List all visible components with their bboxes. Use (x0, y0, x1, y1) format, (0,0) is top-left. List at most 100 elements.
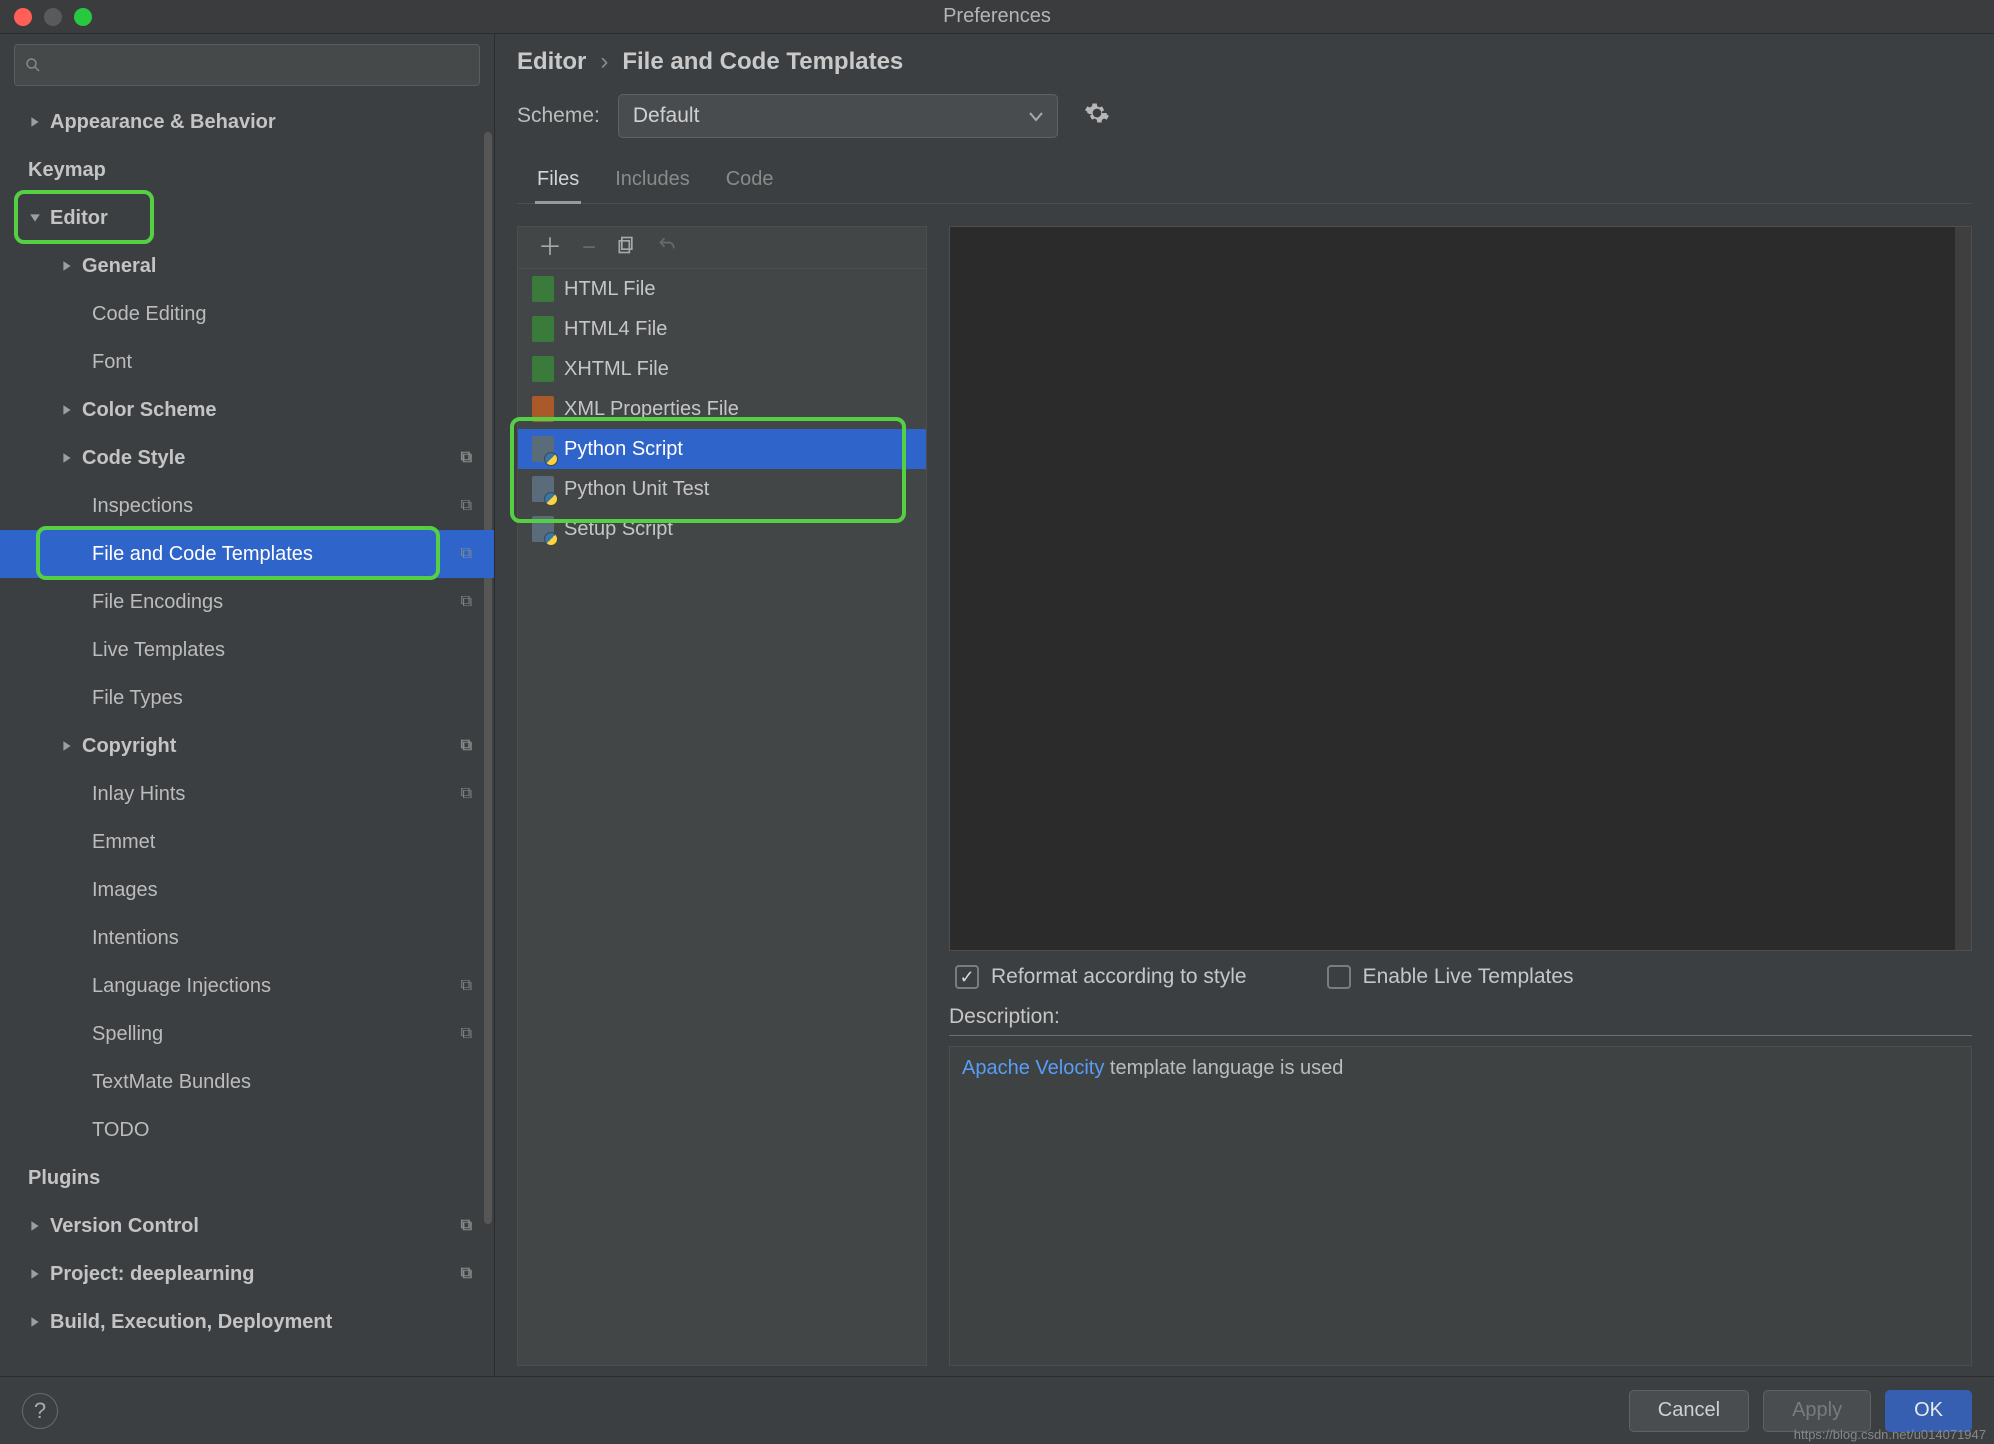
scheme-row: Scheme: Default (517, 94, 1972, 138)
scheme-select[interactable]: Default (618, 94, 1058, 138)
sidebar-item-project-deeplearning[interactable]: Project: deeplearning⧉ (0, 1250, 494, 1298)
template-item-label: XML Properties File (564, 398, 739, 421)
sidebar-item-spelling[interactable]: Spelling⧉ (0, 1010, 494, 1058)
template-item-label: Python Unit Test (564, 478, 709, 501)
preferences-window: Preferences Appearance & Behavior Keymap E… (0, 0, 1994, 1444)
sidebar-item-label: Editor (50, 207, 108, 230)
chevron-right-icon (60, 260, 74, 272)
breadcrumb-root[interactable]: Editor (517, 48, 586, 76)
category-tree[interactable]: Appearance & Behavior Keymap Editor General… (0, 98, 494, 1376)
sidebar-item-color-scheme[interactable]: Color Scheme (0, 386, 494, 434)
template-item-setup-script[interactable]: Setup Script (518, 509, 926, 549)
chevron-down-icon (1029, 104, 1043, 128)
template-item-label: HTML File (564, 278, 655, 301)
tab-includes[interactable]: Includes (615, 160, 690, 203)
template-options: Reformat according to style Enable Live … (949, 951, 1972, 997)
template-list[interactable]: HTML File HTML4 File XHTML File XML Propert… (518, 269, 926, 1365)
apache-velocity-link[interactable]: Apache Velocity (962, 1057, 1104, 1079)
sidebar-item-plugins[interactable]: Plugins (0, 1154, 494, 1202)
template-item-label: XHTML File (564, 358, 669, 381)
template-item-label: Setup Script (564, 518, 673, 541)
sidebar-item-version-control[interactable]: Version Control ⧉ (0, 1202, 494, 1250)
add-template-button[interactable]: ＋ (538, 236, 562, 260)
cancel-button[interactable]: Cancel (1629, 1390, 1749, 1432)
titlebar: Preferences (0, 0, 1994, 34)
sidebar-item-label: Images (92, 879, 158, 902)
breadcrumb-leaf: File and Code Templates (622, 48, 903, 76)
tab-files[interactable]: Files (537, 160, 579, 203)
copy-template-button[interactable] (616, 235, 636, 260)
undo-button[interactable] (656, 235, 678, 260)
watermark-text: https://blog.csdn.net/u014071947 (1794, 1427, 1986, 1442)
sidebar-item-inlay-hints[interactable]: Inlay Hints ⧉ (0, 770, 494, 818)
template-item-html-file[interactable]: HTML File (518, 269, 926, 309)
sidebar-item-emmet[interactable]: Emmet (0, 818, 494, 866)
scheme-value: Default (633, 104, 700, 128)
sidebar-item-label: File and Code Templates (92, 543, 313, 566)
sidebar-item-inspections[interactable]: Inspections⧉ (0, 482, 494, 530)
sidebar-item-code-editing[interactable]: Code Editing (0, 290, 494, 338)
template-item-xhtml-file[interactable]: XHTML File (518, 349, 926, 389)
chevron-right-icon (60, 452, 74, 464)
ok-button[interactable]: OK (1885, 1390, 1972, 1432)
sidebar-item-label: TextMate Bundles (92, 1071, 251, 1094)
checkbox-icon (1327, 965, 1351, 989)
sidebar-item-build-execution-deployment[interactable]: Build, Execution, Deployment (0, 1298, 494, 1346)
override-icon: ⧉ (461, 977, 472, 995)
gear-icon[interactable] (1084, 100, 1110, 132)
sidebar-item-code-style[interactable]: Code Style ⧉ (0, 434, 494, 482)
override-icon: ⧉ (461, 1217, 472, 1235)
sidebar-item-file-and-code-templates[interactable]: File and Code Templates⧉ (0, 530, 494, 578)
apply-button[interactable]: Apply (1763, 1390, 1871, 1432)
template-item-html4-file[interactable]: HTML4 File (518, 309, 926, 349)
live-templates-label: Enable Live Templates (1363, 965, 1574, 989)
reformat-checkbox[interactable]: Reformat according to style (955, 965, 1247, 989)
override-icon: ⧉ (461, 449, 472, 467)
sidebar-item-todo[interactable]: TODO (0, 1106, 494, 1154)
override-icon: ⧉ (461, 1265, 472, 1283)
chevron-right-icon (60, 404, 74, 416)
search-input[interactable] (14, 44, 480, 86)
sidebar-item-language-injections[interactable]: Language Injections⧉ (0, 962, 494, 1010)
sidebar-item-live-templates[interactable]: Live Templates (0, 626, 494, 674)
template-item-python-script[interactable]: Python Script (518, 429, 926, 469)
template-item-xml-properties-file[interactable]: XML Properties File (518, 389, 926, 429)
sidebar-item-label: Copyright (82, 735, 176, 758)
remove-template-button[interactable]: − (582, 236, 596, 260)
sidebar-item-label: Spelling (92, 1023, 163, 1046)
chevron-right-icon: › (600, 48, 608, 76)
sidebar-item-label: Inlay Hints (92, 783, 185, 806)
sidebar-item-label: Code Style (82, 447, 185, 470)
sidebar-item-label: File Types (92, 687, 183, 710)
description-body: Apache Velocity template language is use… (949, 1046, 1972, 1366)
sidebar-item-textmate-bundles[interactable]: TextMate Bundles (0, 1058, 494, 1106)
override-icon: ⧉ (461, 785, 472, 803)
sidebar-item-label: Version Control (50, 1215, 199, 1238)
template-editor[interactable] (949, 226, 1972, 951)
sidebar-item-intentions[interactable]: Intentions (0, 914, 494, 962)
sidebar-item-file-types[interactable]: File Types (0, 674, 494, 722)
sidebar-item-editor[interactable]: Editor (0, 194, 494, 242)
sidebar-item-label: File Encodings (92, 591, 223, 614)
sidebar-item-copyright[interactable]: Copyright⧉ (0, 722, 494, 770)
template-tabs: Files Includes Code (517, 160, 1972, 204)
file-icon (532, 356, 554, 382)
sidebar-item-general[interactable]: General (0, 242, 494, 290)
scheme-label: Scheme: (517, 104, 600, 128)
description-suffix: template language is used (1104, 1057, 1343, 1079)
sidebar-item-keymap[interactable]: Keymap (0, 146, 494, 194)
sidebar-item-images[interactable]: Images (0, 866, 494, 914)
chevron-right-icon (60, 740, 74, 752)
breadcrumb: Editor › File and Code Templates (517, 48, 1972, 76)
reformat-label: Reformat according to style (991, 965, 1247, 989)
sidebar-item-label: Keymap (28, 159, 106, 182)
sidebar-item-font[interactable]: Font (0, 338, 494, 386)
tab-code[interactable]: Code (726, 160, 774, 203)
editor-column: Reformat according to style Enable Live … (949, 226, 1972, 1366)
template-item-python-unit-test[interactable]: Python Unit Test (518, 469, 926, 509)
editor-scrollbar[interactable] (1955, 227, 1971, 950)
sidebar-item-appearance-behavior[interactable]: Appearance & Behavior (0, 98, 494, 146)
live-templates-checkbox[interactable]: Enable Live Templates (1327, 965, 1574, 989)
help-button[interactable]: ? (22, 1393, 58, 1429)
sidebar-item-file-encodings[interactable]: File Encodings⧉ (0, 578, 494, 626)
